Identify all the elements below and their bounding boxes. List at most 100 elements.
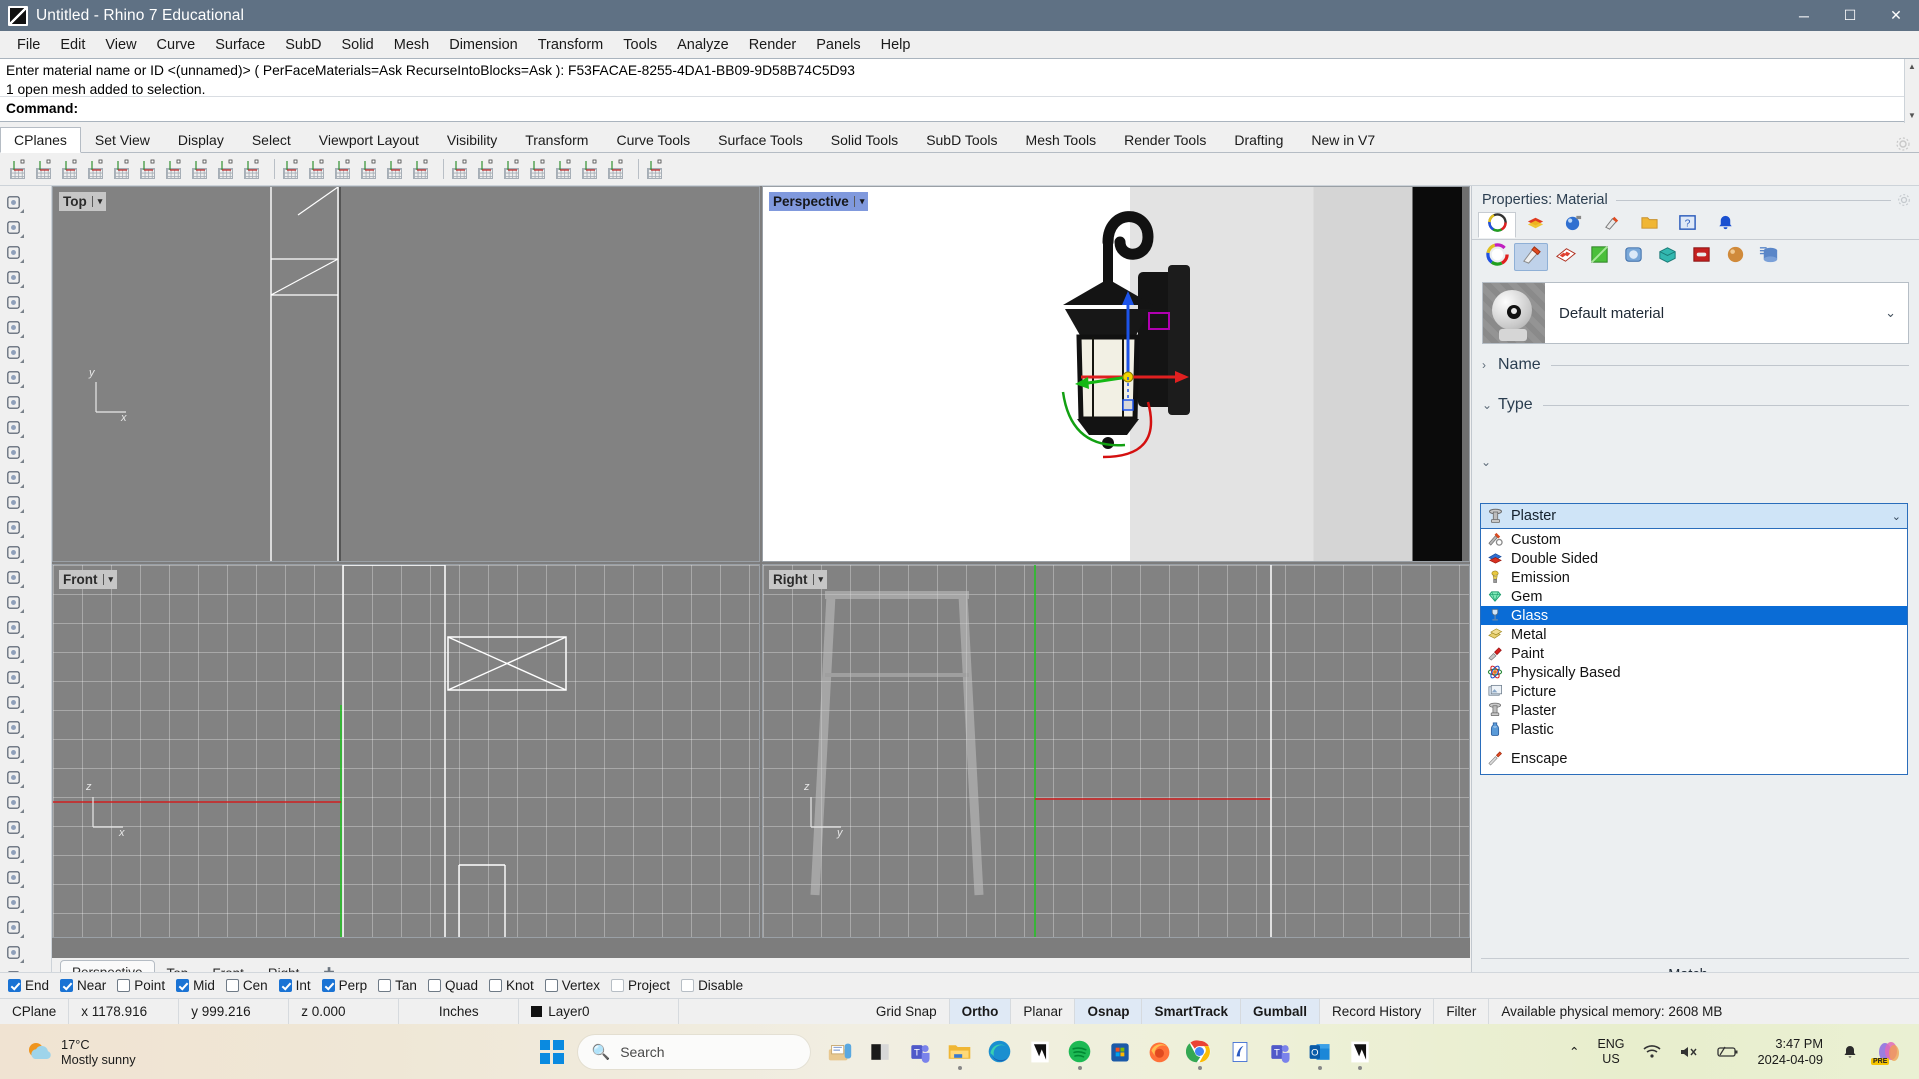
checkbox-perp[interactable] bbox=[322, 979, 335, 992]
checkbox-near[interactable] bbox=[60, 979, 73, 992]
cplane-swap-icon[interactable] bbox=[580, 158, 602, 180]
polyline-icon[interactable] bbox=[0, 240, 26, 265]
material-selector-row[interactable]: Default material ⌄ bbox=[1482, 282, 1909, 344]
status-toggle-planar[interactable]: Planar bbox=[1011, 999, 1075, 1025]
command-scrollbar[interactable]: ▲ ▼ bbox=[1904, 59, 1919, 123]
menu-item-surface[interactable]: Surface bbox=[205, 34, 275, 56]
offset-surface-icon[interactable] bbox=[0, 915, 26, 940]
material-type-option-glass[interactable]: Glass bbox=[1481, 606, 1907, 625]
cplane-undo-icon[interactable] bbox=[281, 158, 303, 180]
toolbar-tab-transform[interactable]: Transform bbox=[511, 127, 602, 152]
point-object-icon[interactable] bbox=[0, 215, 26, 240]
status-cplane[interactable]: CPlane bbox=[0, 999, 69, 1025]
taskbar-sketchup-icon[interactable] bbox=[1220, 1032, 1260, 1072]
display-tab[interactable] bbox=[1582, 243, 1616, 271]
environment-tab[interactable] bbox=[1616, 243, 1650, 271]
taskbar-spotify-icon[interactable] bbox=[1060, 1032, 1100, 1072]
toolbar-tab-new-in-v7[interactable]: New in V7 bbox=[1297, 127, 1389, 152]
trim-icon[interactable] bbox=[0, 640, 26, 665]
text-object-icon[interactable] bbox=[0, 790, 26, 815]
chevron-down-icon[interactable]: ⌄ bbox=[1885, 305, 1896, 321]
osnap-int[interactable]: Int bbox=[279, 978, 311, 993]
explode-icon[interactable] bbox=[0, 615, 26, 640]
taskbar-rhino-active-icon[interactable] bbox=[1340, 1032, 1380, 1072]
taskbar-rhino-icon[interactable] bbox=[1020, 1032, 1060, 1072]
material-type-option-picture[interactable]: Picture bbox=[1481, 682, 1907, 701]
section-name[interactable]: › Name bbox=[1482, 356, 1909, 374]
toolbar-tab-subd-tools[interactable]: SubD Tools bbox=[912, 127, 1011, 152]
windows-logo-icon[interactable] bbox=[540, 1040, 564, 1064]
explorer-tab[interactable] bbox=[1630, 212, 1668, 238]
mirror-icon[interactable] bbox=[0, 865, 26, 890]
volume-muted-icon[interactable] bbox=[1670, 1045, 1708, 1059]
toolbar-tab-viewport-layout[interactable]: Viewport Layout bbox=[305, 127, 433, 152]
layers-tab[interactable] bbox=[1516, 212, 1554, 238]
surface-plane-icon[interactable] bbox=[0, 565, 26, 590]
menu-item-tools[interactable]: Tools bbox=[613, 34, 667, 56]
cylinder-icon[interactable] bbox=[0, 540, 26, 565]
status-toggle-record-history[interactable]: Record History bbox=[1320, 999, 1434, 1025]
toolbar-tab-cplanes[interactable]: CPlanes bbox=[0, 127, 81, 153]
viewport-label-top[interactable]: Top ▾ bbox=[59, 192, 106, 211]
osnap-quad[interactable]: Quad bbox=[428, 978, 478, 993]
library-tab[interactable] bbox=[1752, 243, 1786, 271]
checkbox-int[interactable] bbox=[279, 979, 292, 992]
viewport-perspective[interactable]: Perspective ▾ bbox=[762, 186, 1470, 562]
checkbox-end[interactable] bbox=[8, 979, 21, 992]
taskbar-outlook-icon[interactable]: O bbox=[1300, 1032, 1340, 1072]
copilot-pre-icon[interactable]: PRE bbox=[1867, 1039, 1911, 1065]
search-input[interactable]: 🔍 Search bbox=[578, 1035, 810, 1069]
material-type-dropdown[interactable]: Plaster ⌄ CustomDouble SidedEmissionGemG… bbox=[1480, 503, 1908, 775]
select-objects-icon[interactable] bbox=[0, 190, 26, 215]
chevron-down-icon[interactable]: ▾ bbox=[813, 574, 824, 585]
split-icon[interactable] bbox=[0, 665, 26, 690]
ground-plane-tab[interactable] bbox=[1650, 243, 1684, 271]
checkbox-point[interactable] bbox=[117, 979, 130, 992]
taskbar-teams-2-icon[interactable]: T bbox=[1260, 1032, 1300, 1072]
material-type-option-paint[interactable]: Paint bbox=[1481, 644, 1907, 663]
menu-item-file[interactable]: File bbox=[7, 34, 50, 56]
render-tab[interactable] bbox=[1592, 212, 1630, 238]
clock[interactable]: 3:47 PM 2024-04-09 bbox=[1748, 1036, 1833, 1068]
cplane-rotate-icon[interactable] bbox=[450, 158, 472, 180]
cplane-grid-icon[interactable] bbox=[333, 158, 355, 180]
materials-tab[interactable] bbox=[1554, 212, 1592, 238]
checkbox-disable[interactable] bbox=[681, 979, 694, 992]
cplane-named-icon[interactable] bbox=[411, 158, 433, 180]
taskbar-firefox-icon[interactable] bbox=[1140, 1032, 1180, 1072]
viewport-front[interactable]: z x Front ▾ bbox=[52, 564, 760, 938]
material-type-option-plastic[interactable]: Plastic bbox=[1481, 720, 1907, 739]
set-cplane-curve-icon[interactable] bbox=[112, 158, 134, 180]
menu-item-analyze[interactable]: Analyze bbox=[667, 34, 739, 56]
viewport-label-front[interactable]: Front ▾ bbox=[59, 570, 117, 589]
boolean-difference-icon[interactable] bbox=[0, 690, 26, 715]
chevron-right-icon[interactable]: › bbox=[1482, 358, 1498, 372]
set-cplane-y-icon[interactable] bbox=[216, 158, 238, 180]
viewport-label-right[interactable]: Right ▾ bbox=[769, 570, 827, 589]
set-cplane-elevation-icon[interactable] bbox=[164, 158, 186, 180]
status-units[interactable]: Inches bbox=[399, 999, 519, 1025]
set-cplane-origin-icon[interactable] bbox=[34, 158, 56, 180]
taskbar-file-explorer-icon[interactable] bbox=[940, 1032, 980, 1072]
material-type-option-enscape[interactable]: Enscape bbox=[1481, 749, 1907, 768]
dimension-icon[interactable] bbox=[0, 815, 26, 840]
osnap-disable[interactable]: Disable bbox=[681, 978, 743, 993]
bell-icon[interactable] bbox=[1833, 1044, 1867, 1060]
blend-curve-icon[interactable] bbox=[0, 765, 26, 790]
post-effects-tab[interactable] bbox=[1684, 243, 1718, 271]
viewport-top[interactable]: y x Top ▾ bbox=[52, 186, 760, 562]
taskbar-widgets-icon[interactable] bbox=[820, 1032, 860, 1072]
material-type-option-metal[interactable]: Metal bbox=[1481, 625, 1907, 644]
checkbox-project[interactable] bbox=[611, 979, 624, 992]
osnap-vertex[interactable]: Vertex bbox=[545, 978, 600, 993]
material-type-option-gem[interactable]: Gem bbox=[1481, 587, 1907, 606]
toolbar-tab-visibility[interactable]: Visibility bbox=[433, 127, 511, 152]
polygon-icon[interactable] bbox=[0, 390, 26, 415]
extrude-solid-icon[interactable] bbox=[0, 890, 26, 915]
weather-widget[interactable]: 17°C Mostly sunny bbox=[26, 1037, 136, 1067]
checkbox-vertex[interactable] bbox=[545, 979, 558, 992]
menu-item-solid[interactable]: Solid bbox=[332, 34, 384, 56]
status-toggle-filter[interactable]: Filter bbox=[1434, 999, 1489, 1025]
menu-item-view[interactable]: View bbox=[95, 34, 146, 56]
cplane-redo-icon[interactable] bbox=[307, 158, 329, 180]
